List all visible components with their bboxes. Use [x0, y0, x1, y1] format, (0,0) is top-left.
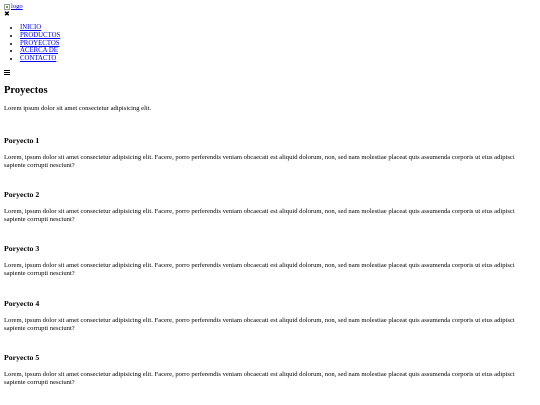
nav-link-productos[interactable]: PRODUCTOS [20, 32, 60, 39]
nav-link-inicio[interactable]: INICIO [20, 24, 41, 31]
project-description: Lorem, ipsum dolor sit amet consectetur … [4, 208, 515, 224]
hamburger-menu-icon[interactable] [4, 70, 10, 75]
project-item: Poryecto 4 Lorem, ipsum dolor sit amet c… [4, 299, 534, 333]
nav-link-contacto[interactable]: CONTACTO [20, 55, 56, 62]
close-icon[interactable]: ✖ [4, 11, 10, 18]
nav-item-productos: PRODUCTOS [20, 32, 60, 40]
project-title: Poryecto 5 [4, 353, 40, 362]
main-nav: INICIO PRODUCTOS PROYECTOS ACERCA DE CON… [4, 24, 60, 63]
logo-alt-text: logo [11, 3, 23, 10]
nav-item-inicio: INICIO [20, 24, 60, 32]
nav-item-proyectos: PROYECTOS [20, 40, 60, 48]
nav-link-acerca[interactable]: ACERCA DE [20, 47, 58, 54]
project-description: Lorem, ipsum dolor sit amet consectetur … [4, 317, 515, 333]
project-title: Poryecto 4 [4, 299, 40, 308]
project-item: Poryecto 2 Lorem, ipsum dolor sit amet c… [4, 190, 534, 224]
project-title: Poryecto 2 [4, 190, 40, 199]
page-title: Proyectos [4, 85, 48, 96]
intro-text: Lorem ipsum dolor sit amet consectetur a… [4, 105, 152, 112]
nav-item-acerca: ACERCA DE [20, 47, 60, 55]
project-title: Poryecto 1 [4, 136, 40, 145]
nav-item-contacto: CONTACTO [20, 55, 60, 63]
project-item: Poryecto 3 Lorem, ipsum dolor sit amet c… [4, 244, 534, 278]
nav-link-proyectos[interactable]: PROYECTOS [20, 40, 60, 47]
project-description: Lorem, ipsum dolor sit amet consectetur … [4, 371, 515, 387]
project-title: Poryecto 3 [4, 244, 40, 253]
project-description: Lorem, ipsum dolor sit amet consectetur … [4, 154, 515, 170]
project-description: Lorem, ipsum dolor sit amet consectetur … [4, 262, 515, 278]
project-item: Poryecto 1 Lorem, ipsum dolor sit amet c… [4, 136, 534, 170]
project-item: Poryecto 5 Lorem, ipsum dolor sit amet c… [4, 353, 534, 387]
